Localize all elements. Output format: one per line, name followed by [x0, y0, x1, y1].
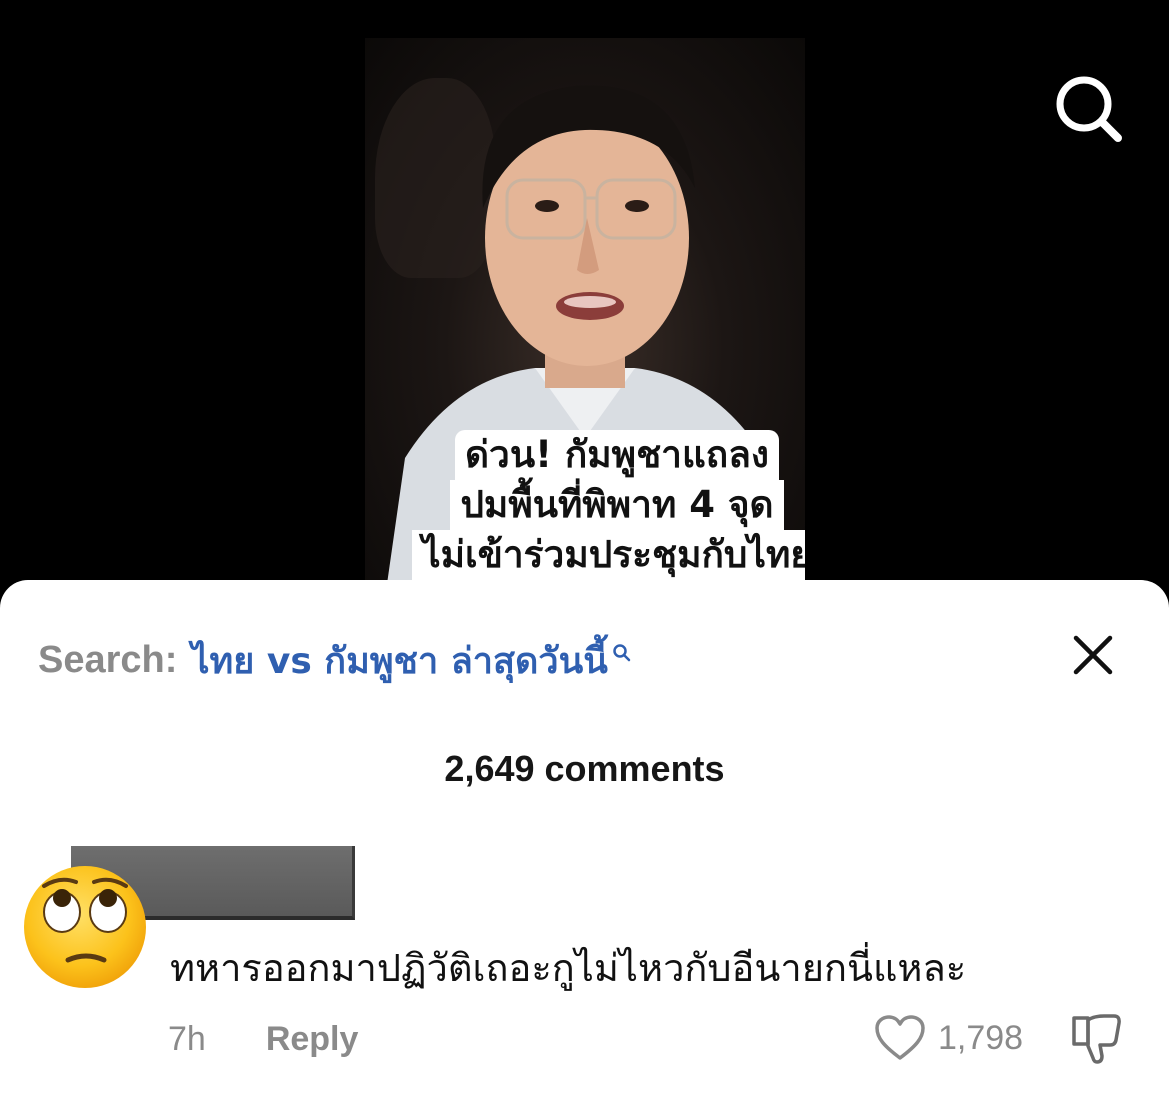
screen: ด่วน! กัมพูชาแถลง ปมพื้นที่พิพาท 4 จุด ไ…	[0, 0, 1169, 1096]
like-control[interactable]: 1,798	[874, 1014, 1023, 1062]
comment-meta: 7h Reply	[168, 1020, 358, 1059]
search-query-link[interactable]: ไทย vs กัมพูชา ล่าสุดวันนี้	[191, 632, 607, 689]
caption-line: ปมพื้นที่พิพาท 4 จุด	[450, 480, 784, 530]
heart-icon[interactable]	[874, 1014, 926, 1062]
search-icon[interactable]	[1052, 72, 1124, 144]
comment-time: 7h	[168, 1020, 206, 1058]
eye-roll-emoji-avatar[interactable]	[22, 864, 148, 990]
related-search[interactable]: Search: ไทย vs กัมพูชา ล่าสุดวันนี้	[38, 632, 632, 689]
video-player[interactable]: ด่วน! กัมพูชาแถลง ปมพื้นที่พิพาท 4 จุด ไ…	[365, 38, 805, 598]
close-icon[interactable]	[1068, 630, 1118, 680]
caption-line: ด่วน! กัมพูชาแถลง	[455, 430, 779, 480]
comments-sheet: Search: ไทย vs กัมพูชา ล่าสุดวันนี้ 2,64…	[0, 580, 1169, 1096]
comment-text: ทหารออกมาปฏิวัติเถอะกูไม่ไหวกับอีนายกนี่…	[170, 946, 967, 990]
reply-button[interactable]: Reply	[266, 1020, 359, 1059]
comment-item: ทหารออกมาปฏิวัติเถอะกูไม่ไหวกับอีนายกนี่…	[0, 842, 1169, 1096]
like-count: 1,798	[938, 1018, 1024, 1057]
thumbs-down-icon[interactable]	[1068, 1010, 1124, 1066]
comment-count: 2,649 comments	[444, 748, 725, 789]
search-icon	[613, 643, 631, 661]
search-label: Search:	[38, 639, 178, 681]
video-caption: ด่วน! กัมพูชาแถลง ปมพื้นที่พิพาท 4 จุด ไ…	[411, 430, 805, 580]
caption-line: ไม่เข้าร่วมประชุมกับไทย	[411, 530, 805, 580]
